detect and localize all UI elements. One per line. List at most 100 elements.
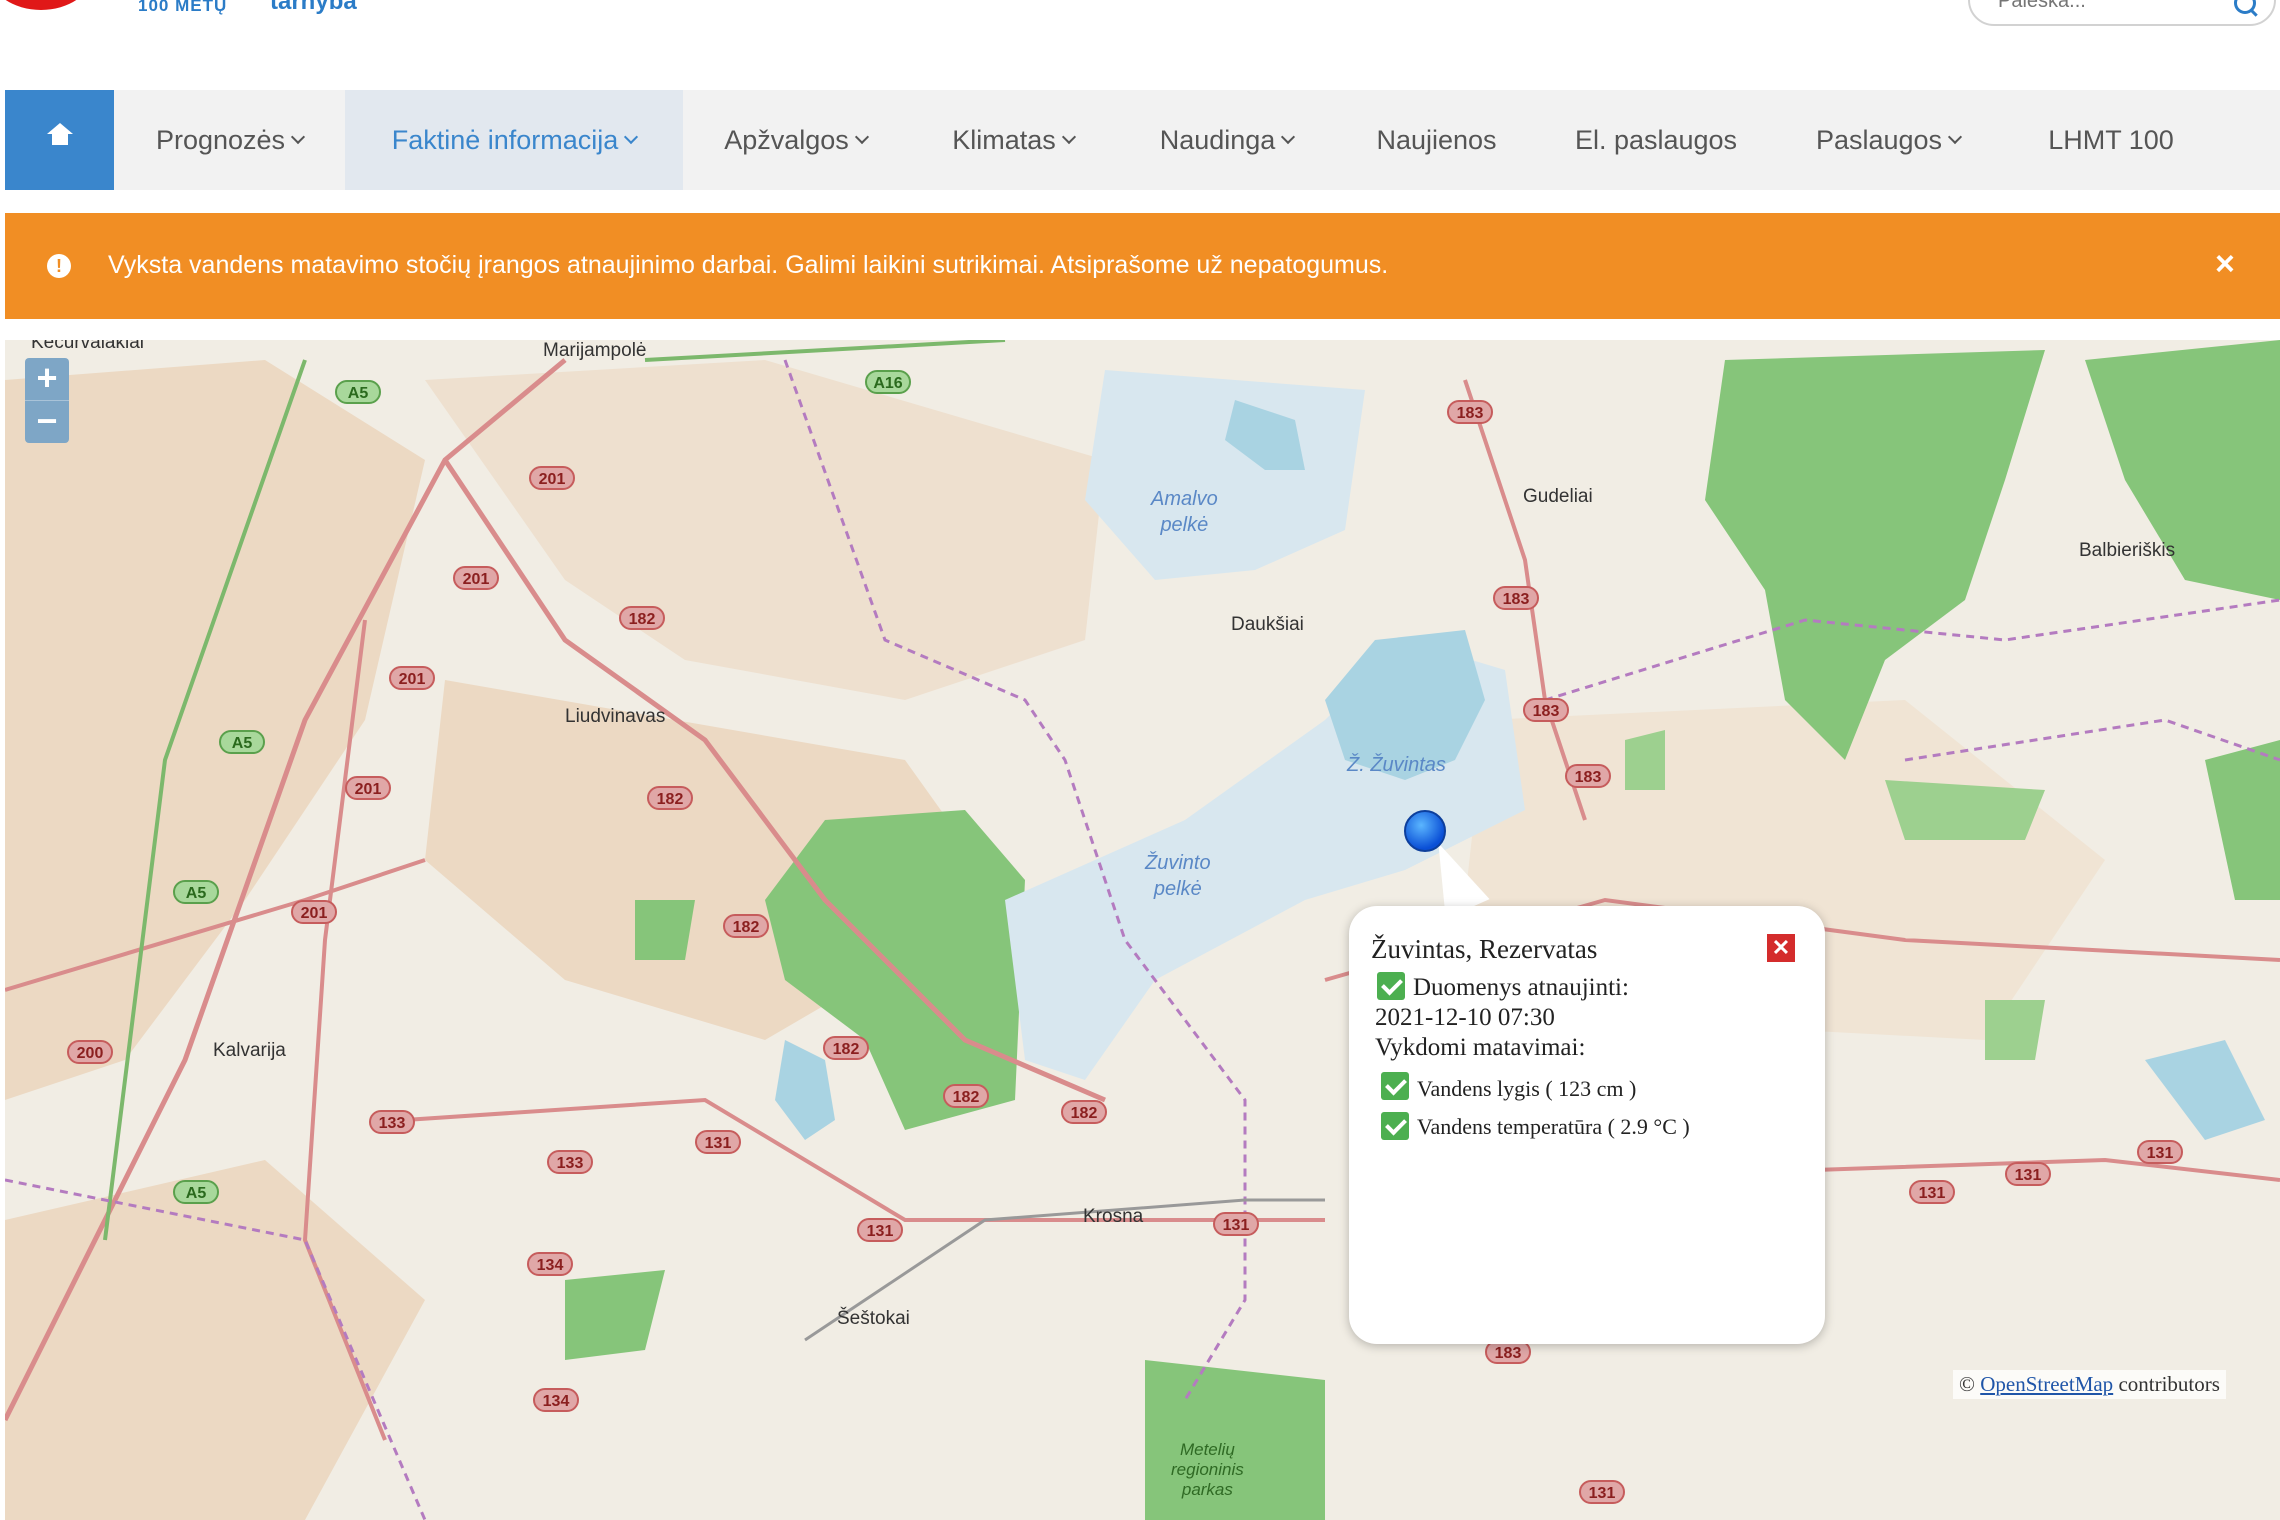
close-icon[interactable]: ✕ xyxy=(1767,934,1795,962)
water-temperature: Vandens temperatūra ( 2.9 °C ) xyxy=(1417,1114,1690,1139)
road-badge: 134 xyxy=(533,1388,579,1412)
nav-item-el-paslaugos[interactable]: El. paslaugos xyxy=(1538,90,1774,190)
nav-label: Klimatas xyxy=(952,124,1056,155)
water-level: Vandens lygis ( 123 cm ) xyxy=(1417,1076,1637,1101)
site-header: 100 METŲ tarnyba xyxy=(0,0,2280,88)
zoom-control: + − xyxy=(25,358,69,443)
road-badge: 133 xyxy=(369,1110,415,1134)
road-badge: 134 xyxy=(527,1252,573,1276)
nav-label: Naudinga xyxy=(1159,124,1276,155)
search-icon[interactable] xyxy=(2234,0,2256,14)
search-input[interactable] xyxy=(1996,0,2220,14)
search-box[interactable] xyxy=(1968,0,2276,26)
road-badge: A5 xyxy=(335,380,381,404)
road-badge: A16 xyxy=(865,370,911,394)
chevron-down-icon xyxy=(1061,129,1076,145)
nav-label: Paslaugos xyxy=(1815,124,1943,155)
popup-title: Žuvintas, Rezervatas xyxy=(1371,934,1598,964)
water-label: Amalvo pelkė xyxy=(1151,488,1218,536)
nav-label: Apžvalgos xyxy=(724,124,849,155)
road-badge: 201 xyxy=(345,776,391,800)
place-label: Liudvinavas xyxy=(565,706,666,727)
info-icon: ! xyxy=(47,254,71,278)
chevron-down-icon xyxy=(854,129,869,145)
nav-item-faktine-informacija[interactable]: Faktinė informacija xyxy=(345,90,683,190)
water-label: Ž. Žuvintas xyxy=(1347,754,1446,776)
place-label: Balbieriškis xyxy=(2079,540,2176,561)
logo-icon[interactable] xyxy=(0,0,92,10)
road-badge: A5 xyxy=(219,730,265,754)
nav-label: Naujienos xyxy=(1376,124,1497,155)
check-icon xyxy=(1377,972,1405,1000)
station-marker-icon[interactable] xyxy=(1404,810,1446,852)
nav-home[interactable] xyxy=(5,90,114,190)
road-badge: 183 xyxy=(1447,400,1493,424)
zoom-in-button[interactable]: + xyxy=(25,358,69,400)
road-badge: 182 xyxy=(723,914,769,938)
copyright-symbol: © xyxy=(1959,1372,1975,1396)
zoom-out-button[interactable]: − xyxy=(25,400,69,443)
updated-value: 2021-12-10 07:30 xyxy=(1375,1004,1555,1031)
place-label: Marijampolė xyxy=(543,340,647,361)
road-badge: 182 xyxy=(823,1036,869,1060)
nav-label: LHMT 100 xyxy=(2048,124,2174,155)
logo-subtitle: 100 METŲ xyxy=(138,0,228,15)
road-badge: 200 xyxy=(67,1040,113,1064)
road-badge: 182 xyxy=(619,606,665,630)
chevron-down-icon xyxy=(624,129,639,145)
nav-label: Faktinė informacija xyxy=(391,124,619,155)
road-badge: 131 xyxy=(2137,1140,2183,1164)
place-label: Kecurvalakiai xyxy=(31,340,144,353)
main-nav: Prognozės Faktinė informacija Apžvalgos … xyxy=(5,90,2280,190)
place-label: Gudeliai xyxy=(1523,486,1593,507)
nav-item-naujienos[interactable]: Naujienos xyxy=(1335,90,1538,190)
station-popup: Žuvintas, Rezervatas ✕ Duomenys atnaujin… xyxy=(1349,906,1825,1344)
road-badge: 131 xyxy=(695,1130,741,1154)
nav-item-lhmt-100[interactable]: LHMT 100 xyxy=(2002,90,2220,190)
map-background xyxy=(5,340,2280,1520)
road-badge: 201 xyxy=(291,900,337,924)
road-badge: 201 xyxy=(529,466,575,490)
place-label: Šeštokai xyxy=(837,1308,910,1329)
road-badge: 133 xyxy=(547,1150,593,1174)
chevron-down-icon xyxy=(290,129,306,145)
road-badge: 182 xyxy=(943,1084,989,1108)
road-badge: 201 xyxy=(389,666,435,690)
maintenance-alert: ! Vyksta vandens matavimo stočių įrangos… xyxy=(5,213,2280,319)
nav-item-klimatas[interactable]: Klimatas xyxy=(908,90,1118,190)
logo-text[interactable]: tarnyba xyxy=(270,0,357,16)
nav-item-apzvalgos[interactable]: Apžvalgos xyxy=(683,90,908,190)
nav-label: Prognozės xyxy=(155,124,286,155)
road-badge: 131 xyxy=(1579,1480,1625,1504)
openstreetmap-link[interactable]: OpenStreetMap xyxy=(1980,1372,2113,1396)
close-icon[interactable]: × xyxy=(2215,245,2235,284)
measurements-label: Vykdomi matavimai: xyxy=(1375,1034,1586,1061)
place-label: Krosna xyxy=(1083,1206,1144,1227)
park-label: Metelių regioninis parkas xyxy=(1171,1440,1244,1499)
road-badge: A5 xyxy=(173,1180,219,1204)
chevron-down-icon xyxy=(1947,129,1963,145)
map-view[interactable]: + − Kecurvalakiai Marijampolė Gudeliai B… xyxy=(5,340,2280,1520)
road-badge: 183 xyxy=(1523,698,1569,722)
road-badge: A5 xyxy=(173,880,219,904)
nav-label: El. paslaugos xyxy=(1574,124,1738,155)
check-icon xyxy=(1381,1072,1409,1100)
road-badge: 131 xyxy=(2005,1162,2051,1186)
home-icon xyxy=(46,123,73,149)
check-icon xyxy=(1381,1112,1409,1140)
nav-item-prognozes[interactable]: Prognozės xyxy=(114,90,345,190)
alert-text: Vyksta vandens matavimo stočių įrangos a… xyxy=(108,251,1389,279)
map-attribution: © OpenStreetMap contributors xyxy=(1953,1370,2226,1399)
updated-label: Duomenys atnaujinti: xyxy=(1413,974,1629,1001)
road-badge: 131 xyxy=(1213,1212,1259,1236)
place-label: Kalvarija xyxy=(213,1040,286,1061)
chevron-down-icon xyxy=(1281,129,1296,145)
road-badge: 183 xyxy=(1493,586,1539,610)
attribution-text: contributors xyxy=(2118,1372,2220,1396)
road-badge: 201 xyxy=(453,566,499,590)
nav-item-naudinga[interactable]: Naudinga xyxy=(1118,90,1335,190)
road-badge: 182 xyxy=(1061,1100,1107,1124)
water-label: Žuvinto pelkė xyxy=(1145,852,1211,900)
nav-item-paslaugos[interactable]: Paslaugos xyxy=(1774,90,2002,190)
road-badge: 182 xyxy=(647,786,693,810)
